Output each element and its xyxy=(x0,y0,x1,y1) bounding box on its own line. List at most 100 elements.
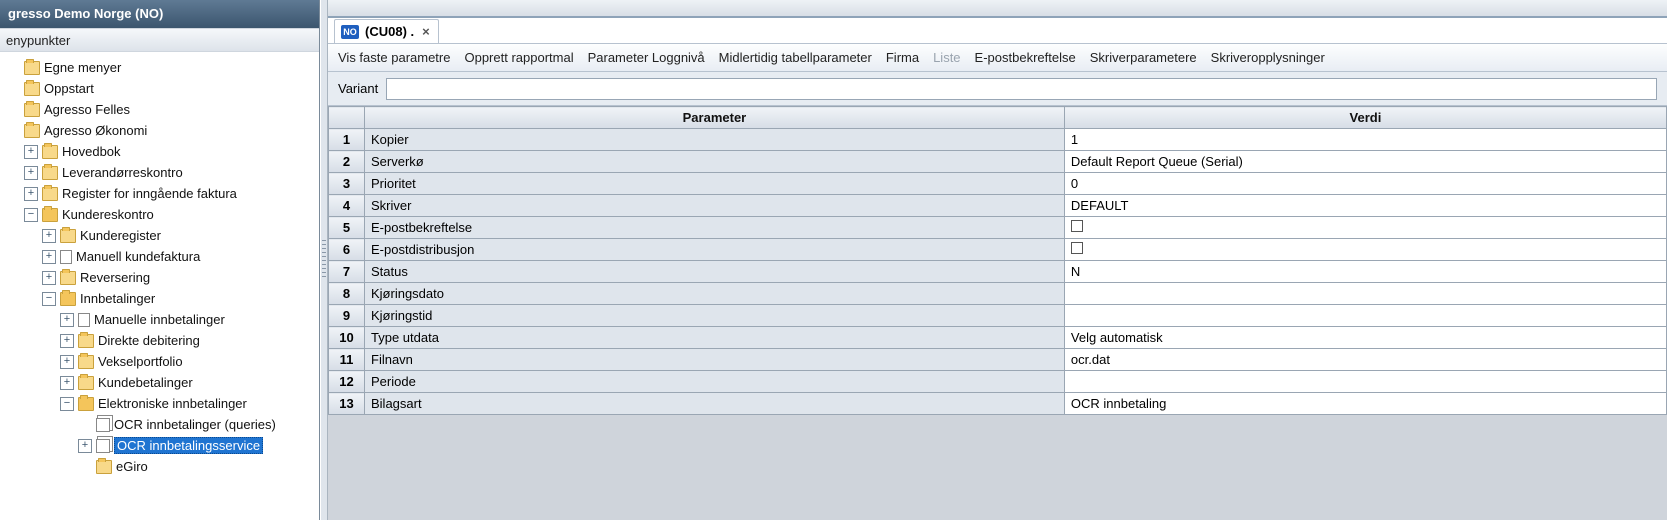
expander-spacer xyxy=(6,82,20,96)
param-cell[interactable]: E-postbekreftelse xyxy=(365,217,1065,239)
tree-item[interactable]: +Manuell kundefaktura xyxy=(2,245,319,266)
param-cell[interactable]: Kopier xyxy=(365,129,1065,151)
tree-item[interactable]: + Kunderegister xyxy=(2,224,319,245)
row-number[interactable]: 13 xyxy=(329,393,365,415)
tree-item[interactable]: − Kundereskontro xyxy=(2,203,319,224)
expand-icon[interactable]: + xyxy=(60,313,74,327)
param-cell[interactable]: Bilagsart xyxy=(365,393,1065,415)
collapse-icon[interactable]: − xyxy=(24,208,38,222)
tree-item-label: Kunderegister xyxy=(80,228,161,243)
value-cell[interactable]: OCR innbetaling xyxy=(1064,393,1666,415)
param-cell[interactable]: E-postdistribusjon xyxy=(365,239,1065,261)
value-cell[interactable]: Velg automatisk xyxy=(1064,327,1666,349)
expand-icon[interactable]: + xyxy=(60,355,74,369)
tree-item[interactable]: +Hovedbok xyxy=(2,140,319,161)
grid-header-value[interactable]: Verdi xyxy=(1064,107,1666,129)
grid-corner[interactable] xyxy=(329,107,365,129)
value-cell[interactable] xyxy=(1064,305,1666,327)
param-cell[interactable]: Serverkø xyxy=(365,151,1065,173)
value-cell[interactable]: N xyxy=(1064,261,1666,283)
tab-cu08[interactable]: NO (CU08) . × xyxy=(334,19,439,43)
value-cell[interactable]: Default Report Queue (Serial) xyxy=(1064,151,1666,173)
param-cell[interactable]: Type utdata xyxy=(365,327,1065,349)
parameter-grid-wrap[interactable]: Parameter Verdi 1Kopier12ServerkøDefault… xyxy=(328,106,1667,520)
sidebar-panel-header: enypunkter xyxy=(0,28,319,52)
tree-item[interactable]: Agresso Økonomi xyxy=(2,119,319,140)
menu-item[interactable]: Skriveropplysninger xyxy=(1211,50,1325,65)
page-icon xyxy=(60,250,72,264)
splitter[interactable] xyxy=(320,0,328,520)
param-cell[interactable]: Kjøringsdato xyxy=(365,283,1065,305)
param-cell[interactable]: Periode xyxy=(365,371,1065,393)
tree-item-label: Kundebetalinger xyxy=(98,375,193,390)
tree-item[interactable]: +Reversering xyxy=(2,266,319,287)
tree-item[interactable]: +OCR innbetalingsservice xyxy=(2,434,319,455)
tree-item[interactable]: + Kundebetalinger xyxy=(2,371,319,392)
menu-item[interactable]: Skriverparametere xyxy=(1090,50,1197,65)
row-number[interactable]: 7 xyxy=(329,261,365,283)
tree-scroll[interactable]: Egne menyerOppstartAgresso FellesAgresso… xyxy=(0,52,319,520)
tree-item[interactable]: +Register for inngående faktura xyxy=(2,182,319,203)
value-cell[interactable] xyxy=(1064,217,1666,239)
tree-item[interactable]: OCR innbetalinger (queries) xyxy=(2,413,319,434)
expand-icon[interactable]: + xyxy=(42,271,56,285)
menu-item[interactable]: Opprett rapportmal xyxy=(464,50,573,65)
menu-item[interactable]: Vis faste parametre xyxy=(338,50,450,65)
param-cell[interactable]: Kjøringstid xyxy=(365,305,1065,327)
row-number[interactable]: 9 xyxy=(329,305,365,327)
row-number[interactable]: 5 xyxy=(329,217,365,239)
menu-item[interactable]: E-postbekreftelse xyxy=(975,50,1076,65)
tree-item[interactable]: + Vekselportfolio xyxy=(2,350,319,371)
row-number[interactable]: 10 xyxy=(329,327,365,349)
row-number[interactable]: 4 xyxy=(329,195,365,217)
menu-item[interactable]: Midlertidig tabellparameter xyxy=(719,50,872,65)
tree-item-label: Vekselportfolio xyxy=(98,354,183,369)
tree-item[interactable]: Oppstart xyxy=(2,77,319,98)
variant-input[interactable] xyxy=(386,78,1657,100)
tree-item-label: Manuelle innbetalinger xyxy=(94,312,225,327)
checkbox-icon[interactable] xyxy=(1071,242,1083,254)
tree-item[interactable]: −Elektroniske innbetalinger xyxy=(2,392,319,413)
tree-item[interactable]: +Leverandørreskontro xyxy=(2,161,319,182)
row-number[interactable]: 11 xyxy=(329,349,365,371)
row-number[interactable]: 1 xyxy=(329,129,365,151)
param-cell[interactable]: Status xyxy=(365,261,1065,283)
collapse-icon[interactable]: − xyxy=(42,292,56,306)
expand-icon[interactable]: + xyxy=(78,439,92,453)
expand-icon[interactable]: + xyxy=(24,166,38,180)
param-cell[interactable]: Filnavn xyxy=(365,349,1065,371)
tree-item-label: Kundereskontro xyxy=(62,207,154,222)
value-cell[interactable]: DEFAULT xyxy=(1064,195,1666,217)
tab-close-icon[interactable]: × xyxy=(420,24,432,39)
expand-icon[interactable]: + xyxy=(42,250,56,264)
tree-item[interactable]: Agresso Felles xyxy=(2,98,319,119)
tree-item[interactable]: +Direkte debitering xyxy=(2,329,319,350)
value-cell[interactable]: 1 xyxy=(1064,129,1666,151)
row-number[interactable]: 6 xyxy=(329,239,365,261)
expand-icon[interactable]: + xyxy=(42,229,56,243)
tree-item[interactable]: eGiro xyxy=(2,455,319,476)
value-cell[interactable] xyxy=(1064,239,1666,261)
value-cell[interactable]: 0 xyxy=(1064,173,1666,195)
tree-item[interactable]: + Manuelle innbetalinger xyxy=(2,308,319,329)
menu-item[interactable]: Parameter Loggnivå xyxy=(588,50,705,65)
expand-icon[interactable]: + xyxy=(60,334,74,348)
checkbox-icon[interactable] xyxy=(1071,220,1083,232)
row-number[interactable]: 8 xyxy=(329,283,365,305)
value-cell[interactable] xyxy=(1064,371,1666,393)
value-cell[interactable] xyxy=(1064,283,1666,305)
collapse-icon[interactable]: − xyxy=(60,397,74,411)
expand-icon[interactable]: + xyxy=(60,376,74,390)
row-number[interactable]: 12 xyxy=(329,371,365,393)
expand-icon[interactable]: + xyxy=(24,145,38,159)
tree-item[interactable]: Egne menyer xyxy=(2,56,319,77)
menu-item[interactable]: Firma xyxy=(886,50,919,65)
param-cell[interactable]: Prioritet xyxy=(365,173,1065,195)
row-number[interactable]: 2 xyxy=(329,151,365,173)
tree-item[interactable]: −Innbetalinger xyxy=(2,287,319,308)
param-cell[interactable]: Skriver xyxy=(365,195,1065,217)
row-number[interactable]: 3 xyxy=(329,173,365,195)
expand-icon[interactable]: + xyxy=(24,187,38,201)
value-cell[interactable]: ocr.dat xyxy=(1064,349,1666,371)
grid-header-parameter[interactable]: Parameter xyxy=(365,107,1065,129)
